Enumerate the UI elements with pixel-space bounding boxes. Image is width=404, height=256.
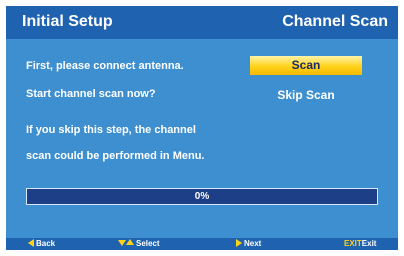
section-title: Channel Scan (282, 13, 388, 30)
footer-next[interactable]: Next (236, 239, 261, 248)
select-label: Select (136, 239, 160, 248)
header-bar: Initial Setup Channel Scan (6, 6, 398, 39)
skip-note-line-2: scan could be performed in Menu. (26, 150, 205, 162)
back-label: Back (36, 239, 56, 248)
exit-key-label: EXIT (344, 239, 362, 248)
skip-scan-button[interactable]: Skip Scan (250, 86, 362, 105)
footer-bar: Back Select Next EXITExit (6, 238, 398, 250)
next-label: Next (244, 239, 262, 248)
exit-label: Exit (361, 239, 377, 248)
progress-percent: 0% (194, 191, 210, 202)
triangle-left-icon (28, 239, 34, 247)
triangle-up-icon (126, 239, 134, 245)
triangle-right-icon (236, 239, 242, 247)
footer-back[interactable]: Back (28, 239, 55, 248)
page-title: Initial Setup (22, 13, 113, 30)
scan-progress-bar: 0% (26, 188, 378, 205)
scan-button[interactable]: Scan (250, 56, 362, 75)
footer-exit[interactable]: EXITExit (344, 239, 376, 248)
antenna-instruction: First, please connect antenna. (26, 60, 184, 72)
scan-prompt: Start channel scan now? (26, 88, 156, 100)
setup-screen: Initial Setup Channel Scan First, please… (6, 6, 398, 250)
skip-note-line-1: If you skip this step, the channel (26, 124, 196, 136)
footer-select[interactable]: Select (118, 239, 160, 248)
triangle-down-icon (118, 240, 126, 246)
